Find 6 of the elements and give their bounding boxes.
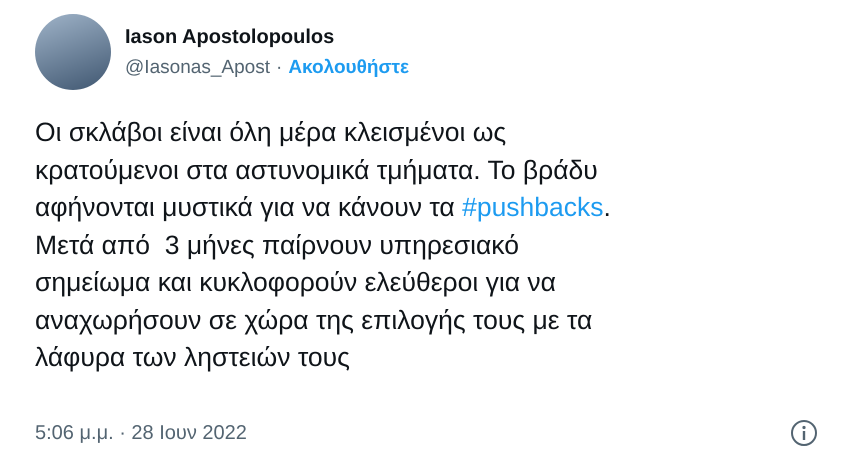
author-handle[interactable]: @Iasonas_Apost <box>125 56 270 78</box>
author-name[interactable]: Iason Apostolopoulos <box>125 26 409 48</box>
timestamp[interactable]: 5:06 μ.μ. · 28 Ιουν 2022 <box>35 422 247 444</box>
separator-dot: · <box>276 56 282 78</box>
tweet-text: Οι σκλάβοι είναι όλη μέρα κλεισμένοι ως κρατούμενοι στα αστυνομικά τμήματα. Το βράδυ αφήνονται μυστικά για να κάνουν τα #pushbacks. Μετά από 3 μήνες παίρνουν υπηρεσιακό σημείωμα και κυκλοφορούν ελεύθεροι για να αναχωρήσουν σε χώρα της επιλογής τους με τα λάφυρα των ληστειών τους <box>35 116 612 374</box>
info-icon[interactable] <box>790 419 818 447</box>
